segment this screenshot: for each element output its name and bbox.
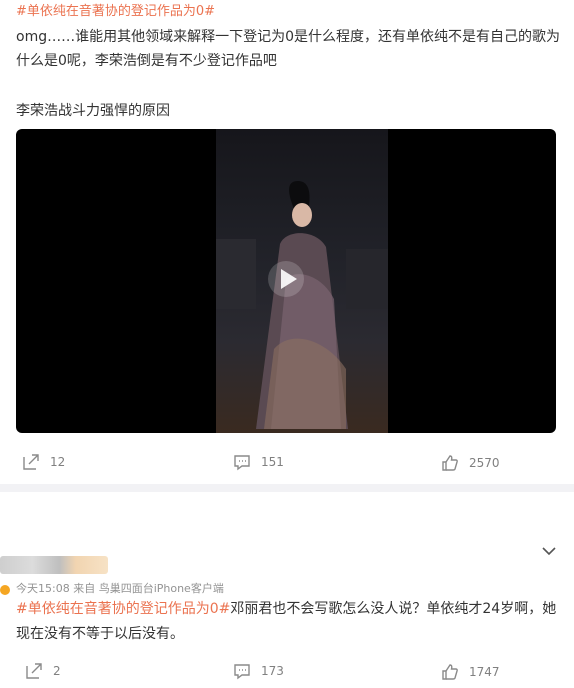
post2-text-line1: #单依纯在音著协的登记作品为0#邓丽君也不会写歌怎么没人说？单依纯才24岁啊，她	[16, 597, 556, 621]
comment-button[interactable]: 173	[233, 661, 284, 681]
repost-button[interactable]: 2	[25, 661, 61, 681]
comment-icon	[234, 664, 250, 680]
like-count: 1747	[469, 665, 500, 679]
repost-count: 2	[53, 664, 61, 678]
post1-text-line2: 什么是0呢，李荣浩倒是有不少登记作品吧	[16, 53, 277, 69]
comment-button[interactable]: 151	[233, 452, 284, 472]
post2-meta: 今天15:08 来自 鸟巢四面台iPhone客户端	[16, 582, 224, 595]
post2-text-line2: 现在没有不等于以后没有。	[16, 626, 184, 642]
comment-count: 173	[261, 664, 284, 678]
post-divider	[0, 484, 574, 492]
username-blurred[interactable]	[0, 556, 108, 574]
like-icon	[442, 664, 458, 680]
comment-count: 151	[261, 455, 284, 469]
like-button[interactable]: 2570	[441, 453, 500, 473]
repost-count: 12	[50, 455, 66, 469]
comment-icon	[234, 455, 250, 471]
like-button[interactable]: 1747	[441, 662, 500, 682]
post2-hashtag[interactable]: #单依纯在音著协的登记作品为0#	[16, 601, 230, 617]
video-player[interactable]	[16, 129, 556, 433]
post1-text-line3: 李荣浩战斗力强悍的原因	[16, 103, 170, 119]
post1-hashtag[interactable]: #单依纯在音著协的登记作品为0#	[16, 3, 215, 21]
post1-text-line1: omg……谁能用其他领域来解释一下登记为0是什么程度，还有单依纯不是有自己的歌为	[16, 29, 560, 45]
like-count: 2570	[469, 456, 500, 470]
post2-text-rest: 邓丽君也不会写歌怎么没人说？单依纯才24岁啊，她	[230, 601, 557, 617]
chevron-down-icon[interactable]	[541, 545, 557, 557]
play-icon[interactable]	[268, 261, 304, 297]
repost-icon	[26, 663, 42, 679]
repost-icon	[23, 454, 39, 470]
verified-badge-icon	[0, 585, 10, 595]
like-icon	[442, 455, 458, 471]
repost-button[interactable]: 12	[22, 452, 65, 472]
